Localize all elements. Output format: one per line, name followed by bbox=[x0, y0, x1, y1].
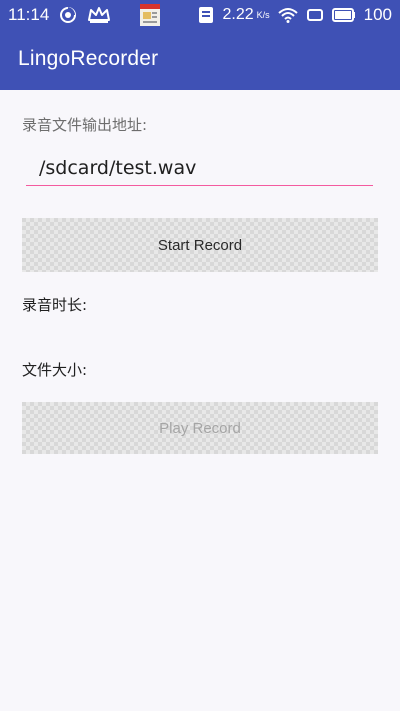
play-record-button[interactable]: Play Record bbox=[22, 402, 378, 454]
battery-icon bbox=[331, 8, 356, 22]
swirl-icon bbox=[59, 6, 77, 24]
output-path-input[interactable] bbox=[26, 152, 373, 186]
clipboard-icon bbox=[198, 6, 214, 24]
wifi-icon bbox=[277, 7, 298, 23]
status-right: 2.22 K/s 100 bbox=[198, 5, 392, 25]
news-app-icon bbox=[139, 3, 161, 27]
output-path-label: 录音文件输出地址: bbox=[22, 116, 148, 134]
screen-rotate-icon bbox=[306, 7, 324, 23]
crown-icon bbox=[87, 6, 111, 24]
status-time: 11:14 bbox=[8, 5, 50, 24]
app-title: LingoRecorder bbox=[18, 47, 159, 70]
main-content: 录音文件输出地址: Start Record 录音时长: 文件大小: Play … bbox=[0, 90, 400, 711]
status-left: 11:14 bbox=[8, 3, 161, 27]
network-speed: 2.22 K/s bbox=[222, 6, 269, 24]
status-bar: 11:14 2.22 K/s 100 bbox=[0, 0, 400, 30]
network-speed-value: 2.22 bbox=[222, 6, 254, 23]
battery-percent: 100 bbox=[363, 5, 392, 24]
recording-duration-label: 录音时长: bbox=[22, 296, 88, 314]
network-speed-unit: K/s bbox=[256, 10, 270, 20]
start-record-button[interactable]: Start Record bbox=[22, 218, 378, 272]
file-size-label: 文件大小: bbox=[22, 361, 88, 379]
app-bar: LingoRecorder bbox=[0, 30, 400, 90]
